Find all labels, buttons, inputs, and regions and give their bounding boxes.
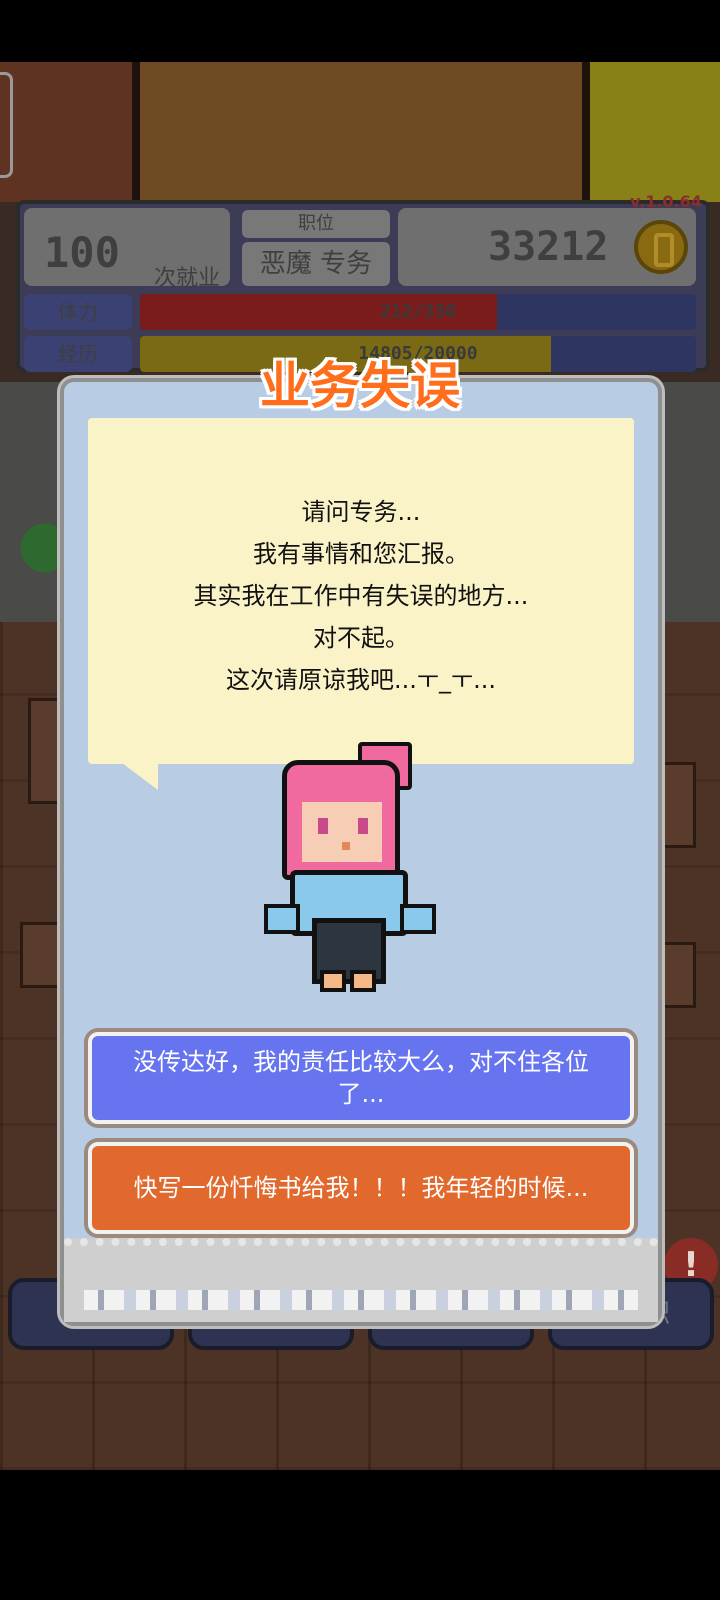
position-label: 职位	[242, 210, 390, 238]
character-mouth	[342, 842, 350, 850]
footer-decoration	[84, 1290, 638, 1310]
stamina-value: 212/330	[380, 301, 456, 322]
dialog-line: 其实我在工作中有失误的地方...	[193, 582, 529, 610]
stamina-bar: 212/330	[140, 294, 696, 330]
choice-apologize-button[interactable]: 没传达好，我的责任比较大么，对不住各位了...	[88, 1032, 634, 1124]
character-eye	[358, 818, 368, 834]
character-leg	[320, 970, 346, 992]
wall-divider	[582, 62, 590, 202]
character-leg	[350, 970, 376, 992]
choice-repentance-button[interactable]: 快写一份忏悔书给我！！！我年轻的时候...	[88, 1142, 634, 1234]
character-arm	[400, 904, 436, 934]
dialog-line: 这次请原谅我吧...ㅜ_ㅜ...	[226, 666, 496, 694]
background-wall	[140, 62, 590, 202]
employee-character	[262, 742, 436, 992]
dialog-line: 请问专务...	[301, 498, 421, 526]
employment-unit: 次就业	[154, 266, 221, 291]
background-wall	[590, 62, 720, 202]
character-arm	[264, 904, 300, 934]
money-amount: 33212	[488, 224, 609, 270]
speech-bubble: 请问专务... 我有事情和您汇报。 其实我在工作中有失误的地方... 对不起。 …	[88, 418, 634, 764]
modal-footer	[64, 1238, 658, 1322]
modal-title: 业务失误	[260, 357, 460, 415]
background-wall	[0, 62, 140, 202]
coin-icon	[634, 220, 688, 274]
employment-panel: 100 次就业	[24, 208, 230, 291]
employment-count: 100	[44, 228, 120, 277]
speech-bubble-tail	[118, 760, 158, 790]
wall-divider	[132, 62, 140, 202]
dialog-line: 对不起。	[313, 624, 409, 652]
event-dialog: 请问专务... 我有事情和您汇报。 其实我在工作中有失误的地方... 对不起。 …	[60, 378, 662, 1326]
back-icon[interactable]	[0, 72, 13, 178]
version-label: v.1.0.64	[630, 192, 702, 211]
position-value: 恶魔 专务	[242, 242, 390, 286]
stamina-label: 体力	[24, 294, 132, 330]
character-eye	[318, 818, 328, 834]
character-face	[302, 802, 382, 862]
dialog-line: 我有事情和您汇报。	[253, 540, 469, 568]
game-screen: ! 100 次就业 职位 恶魔 专务 33212 v.1.0.64 体力 212…	[0, 62, 720, 1470]
